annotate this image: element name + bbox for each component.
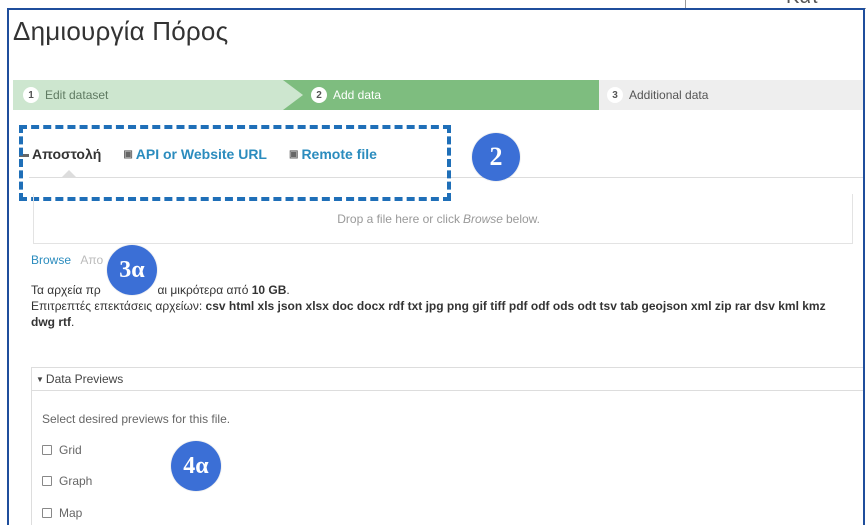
- checkbox[interactable]: [42, 508, 52, 518]
- option-label: Grid: [59, 443, 82, 457]
- upload-button-disabled: Απο: [80, 253, 104, 267]
- data-previews-panel: ▼ Data Previews Select desired previews …: [31, 367, 863, 525]
- size-limit-prefix: Τα αρχεία πρ: [31, 283, 101, 297]
- stepper: 1 Edit dataset 3 Additional data 2 Add d…: [13, 80, 863, 110]
- step-label: Edit dataset: [45, 88, 109, 102]
- annotation-marker-2: 2: [472, 133, 520, 181]
- dropzone-text: Drop a file here or click: [337, 211, 460, 226]
- option-label: Graph: [59, 474, 93, 488]
- dropzone-text-end: below.: [505, 211, 540, 226]
- step-label: Additional data: [629, 88, 709, 102]
- step-label: Add data: [333, 88, 382, 102]
- checkbox[interactable]: [42, 476, 52, 486]
- annotation-marker-4a: 4α: [171, 441, 221, 491]
- preview-option-grid[interactable]: Grid: [42, 443, 82, 457]
- file-dropzone[interactable]: Drop a file here or click Browse below.: [33, 194, 853, 244]
- data-previews-title: Data Previews: [45, 372, 124, 386]
- data-previews-toggle[interactable]: ▼ Data Previews: [32, 368, 863, 391]
- dropzone-browse-hint: Browse: [462, 211, 503, 226]
- step-add-data[interactable]: 2 Add data: [283, 80, 599, 110]
- caret-down-icon: ▼: [36, 374, 44, 384]
- extensions-prefix: Επιτρεπτές επεκτάσεις αρχείων:: [31, 299, 203, 313]
- size-limit-suffix: .: [286, 283, 290, 297]
- annotation-marker-3a: 3α: [107, 245, 157, 295]
- step-additional-data[interactable]: 3 Additional data: [579, 80, 863, 110]
- checkbox[interactable]: [42, 445, 52, 455]
- preview-option-map[interactable]: Map: [42, 506, 82, 520]
- step-number: 3: [607, 87, 623, 103]
- extensions-suffix: .: [71, 315, 75, 329]
- previews-description: Select desired previews for this file.: [42, 412, 231, 426]
- browse-button[interactable]: Browse: [31, 253, 71, 267]
- step-arrow: [579, 80, 599, 110]
- size-limit-text: Τα αρχεία πρ αι μικρότερα από 10 GB.: [31, 282, 851, 298]
- allowed-extensions-text: Επιτρεπτές επεκτάσεις αρχείων: csv html …: [31, 298, 851, 330]
- option-label: Map: [59, 506, 83, 520]
- preview-option-graph[interactable]: Graph: [42, 474, 92, 488]
- browse-row: Browse Απο: [31, 253, 103, 267]
- step-edit-dataset[interactable]: 1 Edit dataset: [13, 80, 303, 110]
- annotation-highlight-box: [19, 125, 451, 201]
- size-limit-value: 10 GB: [251, 283, 287, 297]
- upload-info: Τα αρχεία πρ αι μικρότερα από 10 GB. Επι…: [31, 282, 851, 330]
- size-limit-middle: αι μικρότερα από: [157, 283, 249, 297]
- step-number: 1: [23, 87, 39, 103]
- page-title: Δημιουργία Πόρος: [13, 16, 229, 46]
- step-number: 2: [311, 87, 327, 103]
- step-arrow: [283, 80, 303, 110]
